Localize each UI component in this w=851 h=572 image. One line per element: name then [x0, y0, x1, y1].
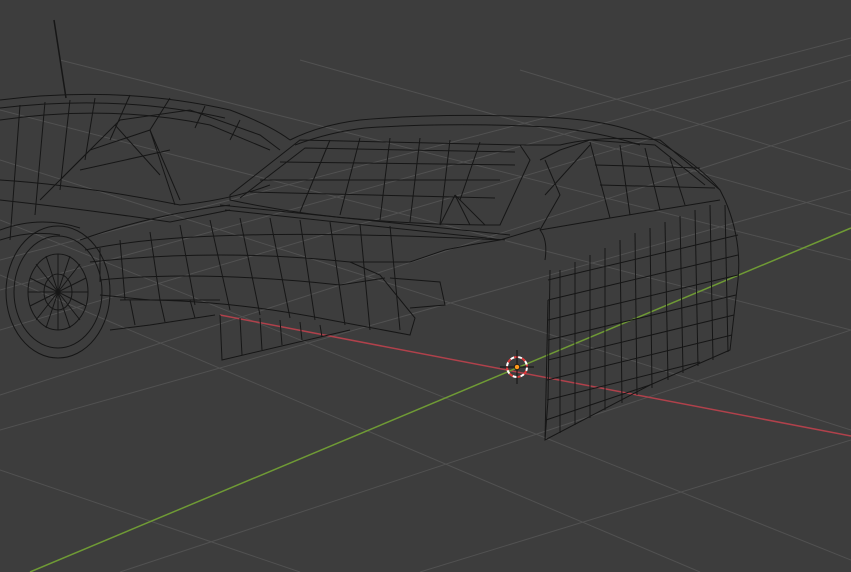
- 3d-viewport[interactable]: [0, 0, 851, 572]
- viewport-canvas[interactable]: [0, 0, 851, 572]
- x-axis-line: [219, 314, 851, 437]
- background-car-mesh[interactable]: [0, 19, 291, 359]
- floor-grid: [0, 37, 851, 572]
- y-axis-line: [29, 227, 851, 572]
- object-origin-icon: [514, 364, 520, 370]
